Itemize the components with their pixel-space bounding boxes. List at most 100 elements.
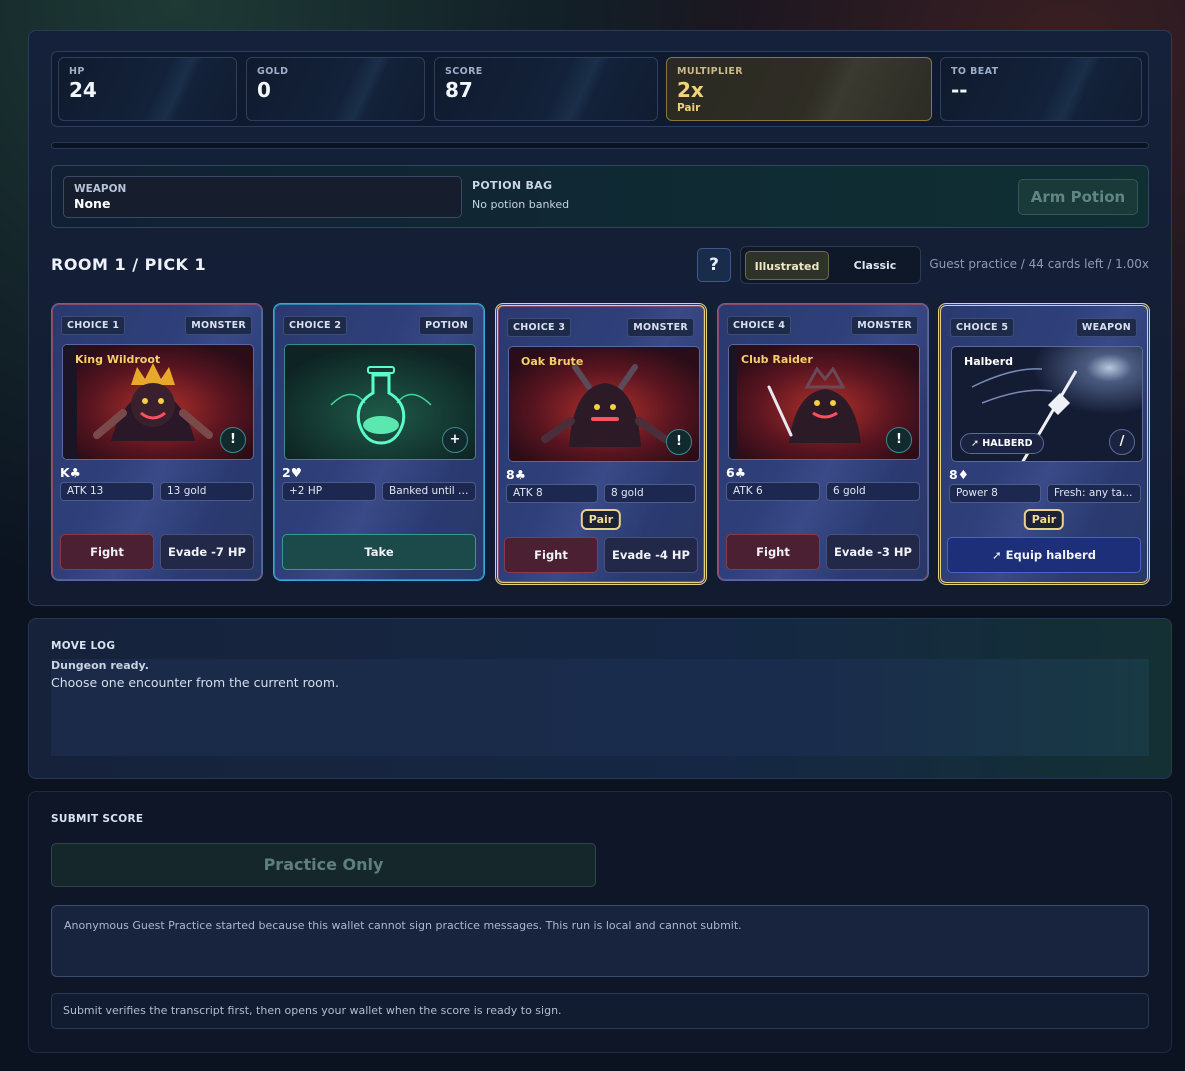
card-name: King Wildroot [75, 353, 161, 366]
weapon-slot: WEAPON None [63, 176, 462, 218]
inventory-bar: WEAPON None POTION BAG No potion banked … [51, 165, 1149, 228]
card-rank: K♣ [60, 465, 81, 480]
submit-hint: Submit verifies the transcript first, th… [51, 993, 1149, 1029]
card-type-tag: POTION [419, 316, 474, 335]
room-title: ROOM 1 / PICK 1 [51, 255, 207, 274]
potion-bag: POTION BAG No potion banked [472, 179, 569, 211]
attack-chip: ATK 6 [726, 482, 820, 501]
to-beat-stat: TO BEAT -- [940, 57, 1142, 121]
plus-icon: + [442, 427, 468, 453]
equip-halberd-button[interactable]: ➚ Equip halberd [947, 537, 1141, 573]
card-art: + [284, 344, 476, 460]
equip-label: Equip halberd [1005, 548, 1096, 562]
weapon-value: None [74, 196, 111, 211]
card-name: Oak Brute [521, 355, 584, 368]
choice-tag: CHOICE 1 [61, 316, 126, 335]
card-type-tag: MONSTER [627, 318, 694, 337]
score-value: 87 [445, 78, 473, 102]
score-label: SCORE [445, 66, 483, 77]
gold-label: GOLD [257, 66, 289, 77]
guest-notice: Anonymous Guest Practice started because… [51, 905, 1149, 977]
heal-chip: +2 HP [282, 482, 376, 501]
submit-score-panel: SUBMIT SCORE Practice Only Anonymous Gue… [28, 791, 1172, 1053]
bank-chip: Banked until … [382, 482, 476, 501]
fight-button[interactable]: Fight [60, 534, 154, 570]
gold-chip: 13 gold [160, 482, 254, 501]
choice-tag: CHOICE 5 [950, 318, 1015, 337]
card-choice-5[interactable]: CHOICE 5 WEAPON Halberd ➚ HALBERD / 8♦ P… [938, 303, 1150, 585]
choice-tag: CHOICE 4 [727, 316, 792, 335]
multiplier-stat: MULTIPLIER 2x Pair [666, 57, 932, 121]
score-stat: SCORE 87 [434, 57, 658, 121]
weapon-label: WEAPON [74, 183, 127, 195]
potion-bag-label: POTION BAG [472, 179, 553, 192]
halberd-icon: ➚ [992, 548, 1006, 562]
card-name: Club Raider [741, 353, 813, 366]
fresh-chip: Fresh: any tar… [1047, 484, 1141, 503]
card-art: Club Raider ! [728, 344, 920, 460]
alert-icon: ! [666, 429, 692, 455]
practice-only-button[interactable]: Practice Only [51, 843, 596, 887]
gold-value: 0 [257, 78, 271, 102]
stats-bar: HP 24 GOLD 0 SCORE 87 MULTIPLIER 2x Pair… [51, 51, 1149, 127]
arm-potion-button[interactable]: Arm Potion [1018, 179, 1138, 215]
card-rank: 6♣ [726, 465, 746, 480]
card-rank: 8♦ [949, 467, 969, 482]
move-log-list [51, 659, 1149, 756]
to-beat-value: -- [951, 78, 968, 102]
card-rank: 8♣ [506, 467, 526, 482]
choice-tag: CHOICE 3 [507, 318, 572, 337]
alert-icon: ! [220, 427, 246, 453]
multiplier-value: 2x [677, 78, 704, 102]
log-entry-line: Choose one encounter from the current ro… [51, 675, 339, 690]
art-mode-toggle: Illustrated Classic [740, 246, 921, 284]
card-art: Oak Brute ! [508, 346, 700, 462]
halberd-tag-label: HALBERD [982, 438, 1033, 449]
progress-bar [51, 142, 1149, 149]
potion-bag-value: No potion banked [472, 198, 570, 211]
card-rank: 2♥ [282, 465, 302, 480]
card-art: King Wildroot ! [62, 344, 254, 460]
alert-icon: ! [886, 427, 912, 453]
pair-badge: Pair [1023, 509, 1065, 530]
help-button[interactable]: ? [697, 248, 731, 282]
move-log-title: MOVE LOG [51, 640, 116, 652]
submit-title: SUBMIT SCORE [51, 813, 144, 825]
take-button[interactable]: Take [282, 534, 476, 570]
mode-illustrated-button[interactable]: Illustrated [745, 251, 829, 280]
evade-button[interactable]: Evade -3 HP [826, 534, 920, 570]
hp-value: 24 [69, 78, 97, 102]
card-choice-2[interactable]: CHOICE 2 POTION + 2♥ +2 HP Banked until … [273, 303, 485, 581]
to-beat-label: TO BEAT [951, 66, 999, 77]
card-choice-4[interactable]: CHOICE 4 MONSTER Club Raider ! 6♣ ATK 6 … [717, 303, 929, 581]
game-panel: HP 24 GOLD 0 SCORE 87 MULTIPLIER 2x Pair… [28, 30, 1172, 606]
slash-icon: / [1109, 429, 1135, 455]
room-info: Guest practice / 44 cards left / 1.00x [929, 257, 1149, 271]
mode-classic-button[interactable]: Classic [833, 251, 917, 280]
card-art: Halberd ➚ HALBERD / [951, 346, 1143, 462]
multiplier-sub: Pair [677, 102, 701, 114]
card-type-tag: MONSTER [185, 316, 252, 335]
gold-chip: 6 gold [826, 482, 920, 501]
multiplier-label: MULTIPLIER [677, 66, 744, 77]
choice-tag: CHOICE 2 [283, 316, 348, 335]
card-choice-3[interactable]: CHOICE 3 MONSTER Oak Brute ! 8♣ ATK 8 8 … [495, 303, 707, 585]
move-log-panel: MOVE LOG Dungeon ready. Choose one encou… [28, 618, 1172, 779]
gold-stat: GOLD 0 [246, 57, 425, 121]
card-choice-1[interactable]: CHOICE 1 MONSTER King Wildroot ! K♣ ATK … [51, 303, 263, 581]
halberd-tag: ➚ HALBERD [960, 433, 1044, 454]
pair-badge: Pair [580, 509, 622, 530]
power-chip: Power 8 [949, 484, 1041, 503]
attack-chip: ATK 13 [60, 482, 154, 501]
evade-button[interactable]: Evade -4 HP [604, 537, 698, 573]
fight-button[interactable]: Fight [504, 537, 598, 573]
card-name: Halberd [964, 355, 1014, 368]
attack-chip: ATK 8 [506, 484, 598, 503]
gold-chip: 8 gold [604, 484, 696, 503]
fight-button[interactable]: Fight [726, 534, 820, 570]
log-entry-head: Dungeon ready. [51, 659, 149, 672]
card-type-tag: MONSTER [851, 316, 918, 335]
halberd-icon: ➚ [971, 438, 983, 449]
hp-stat: HP 24 [58, 57, 237, 121]
evade-button[interactable]: Evade -7 HP [160, 534, 254, 570]
